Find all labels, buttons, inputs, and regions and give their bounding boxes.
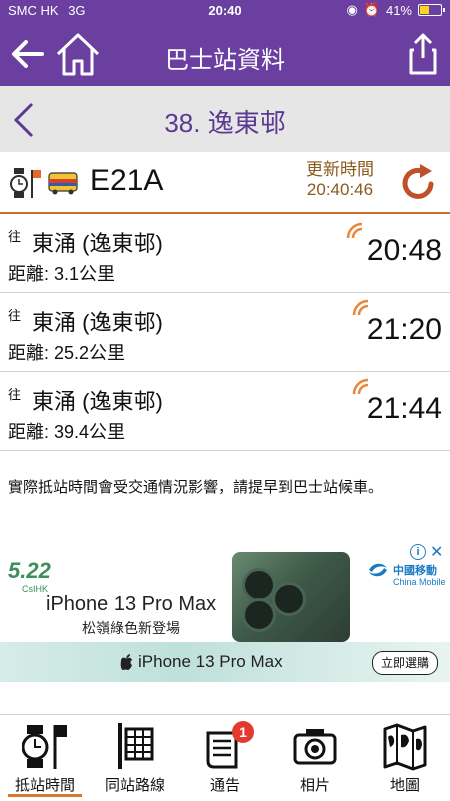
tab-label: 同站路線 xyxy=(104,777,165,794)
distance: 距離: 25.2公里 xyxy=(8,343,126,363)
tab-notices[interactable]: 1 通告 xyxy=(180,715,270,801)
status-icons: ◉ ⏰ 41% xyxy=(346,2,445,18)
route-icons xyxy=(10,166,78,200)
phone-image xyxy=(232,552,350,642)
ad-brand-badge: 5.22 xyxy=(8,558,51,583)
battery-fill xyxy=(420,6,430,14)
ad-carrier-name: 中國移動 xyxy=(393,565,437,577)
destination: 東涌 (逸東邨) xyxy=(32,310,163,335)
camera-icon xyxy=(293,729,337,765)
alarm-icon: ⏰ xyxy=(363,2,380,17)
destination: 東涌 (逸東邨) xyxy=(32,231,163,256)
tab-label: 抵站時間 xyxy=(14,777,75,794)
route-number: E21A xyxy=(90,164,164,197)
stop-header: 38. 逸東邨 xyxy=(0,86,450,152)
bottom-tab-bar: 抵站時間 同站路線 1 通告 相片 地圖 xyxy=(0,714,450,801)
ad-carrier-sub: China Mobile xyxy=(393,577,446,587)
china-mobile-logo-icon xyxy=(369,563,387,577)
stop-name: 38. 逸東邨 xyxy=(164,108,286,138)
ad-product-name: iPhone 13 Pro Max xyxy=(46,593,217,615)
eta-time: 21:20 xyxy=(366,313,442,346)
ad-close-icon[interactable]: ✕ xyxy=(430,542,443,562)
bus-stop-icon xyxy=(118,723,154,769)
battery-percent: 41% xyxy=(385,2,412,18)
eta-time: 20:48 xyxy=(366,234,442,267)
tab-photos[interactable]: 相片 xyxy=(270,715,360,801)
camera-lens xyxy=(272,582,306,616)
tab-label: 地圖 xyxy=(389,777,420,794)
tab-arrival-time[interactable]: 抵站時間 xyxy=(0,715,90,801)
camera-lens xyxy=(242,568,276,602)
tab-label: 相片 xyxy=(299,777,330,794)
ad-strip-text: iPhone 13 Pro Max xyxy=(138,652,283,671)
destination: 東涌 (逸東邨) xyxy=(32,389,163,414)
tab-label: 通告 xyxy=(209,777,240,794)
distance: 距離: 39.4公里 xyxy=(8,422,126,442)
ad-strip: iPhone 13 Pro Max 立即選購 xyxy=(0,642,450,682)
traffic-notice: 實際抵站時間會受交通情況影響，請提早到巴士站候車。 xyxy=(8,479,384,496)
share-icon[interactable] xyxy=(408,32,438,76)
map-icon xyxy=(383,723,427,771)
to-label: 往 xyxy=(8,387,22,402)
watch-flag-icon xyxy=(22,725,67,769)
eta-time: 21:44 xyxy=(366,392,442,425)
to-label: 往 xyxy=(8,308,22,323)
ad-brand-sub: CsIHK xyxy=(22,584,49,594)
update-time: 20:40:46 xyxy=(306,180,374,199)
bus-icon xyxy=(48,172,78,195)
to-label: 往 xyxy=(8,229,22,244)
live-signal-icon xyxy=(346,222,363,239)
apple-logo-icon xyxy=(120,654,132,670)
eta-row[interactable]: 往 東涌 (逸東邨) 距離: 3.1公里 20:48 xyxy=(0,214,450,293)
camera-lens xyxy=(242,598,276,632)
distance: 距離: 3.1公里 xyxy=(8,264,116,284)
buy-now-button[interactable]: 立即選購 xyxy=(372,651,438,675)
ad-banner[interactable]: 5.22 CsIHK iPhone 13 Pro Max 松嶺綠色新登場 中國移… xyxy=(0,540,450,685)
ad-subtitle: 松嶺綠色新登場 xyxy=(82,620,180,636)
battery-icon xyxy=(418,4,445,16)
notification-badge: 1 xyxy=(232,721,254,743)
tab-map[interactable]: 地圖 xyxy=(360,715,450,801)
refresh-icon[interactable] xyxy=(398,162,440,202)
top-nav-bar: 巴士站資料 xyxy=(0,22,450,86)
watch-flag-icon xyxy=(10,168,41,198)
status-bar: SMC HK 3G 20:40 ◉ ⏰ 41% xyxy=(0,0,450,22)
eta-row[interactable]: 往 東涌 (逸東邨) 距離: 25.2公里 21:20 xyxy=(0,293,450,372)
eta-row[interactable]: 往 東涌 (逸東邨) 距離: 39.4公里 21:44 xyxy=(0,372,450,451)
update-info: 更新時間 20:40:46 xyxy=(290,160,390,200)
update-label: 更新時間 xyxy=(306,160,374,179)
page-title: 巴士站資料 xyxy=(165,47,285,74)
tab-same-stop-routes[interactable]: 同站路線 xyxy=(90,715,180,801)
ad-info-icon[interactable]: i xyxy=(410,544,426,560)
orientation-lock-icon: ◉ xyxy=(346,2,358,17)
route-row: E21A 更新時間 20:40:46 xyxy=(0,152,450,214)
